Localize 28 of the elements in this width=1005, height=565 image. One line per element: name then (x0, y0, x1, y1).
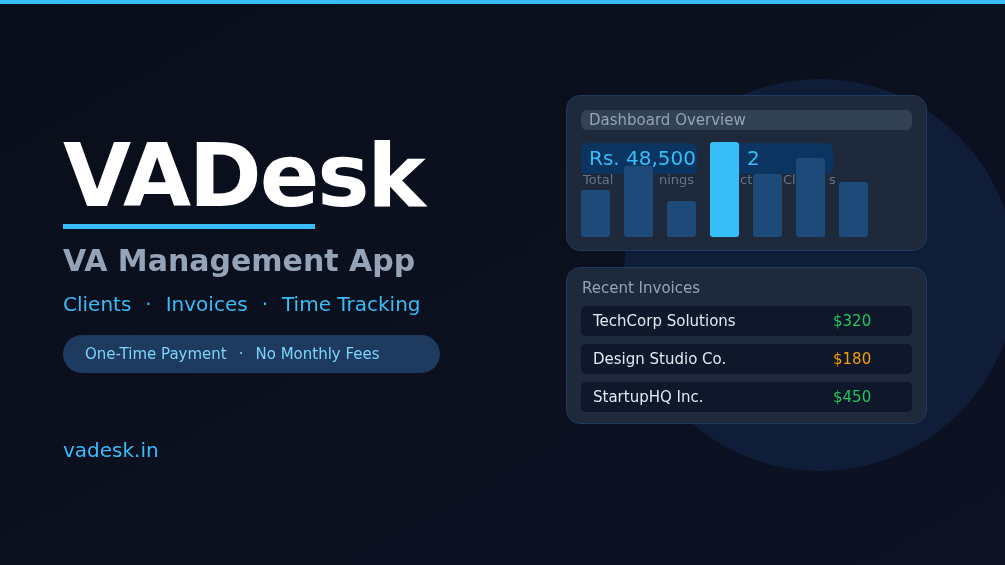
invoice-amount: $180 (833, 348, 872, 370)
stat-label: s (829, 172, 836, 188)
feature-label: Clients (63, 291, 132, 318)
stat-label: Total (583, 172, 614, 188)
feature-label: Time Tracking (282, 291, 421, 318)
invoice-row[interactable]: Design Studio Co. $180 (581, 344, 912, 374)
stat-label: ct (740, 172, 753, 188)
separator-dot: · (261, 291, 268, 318)
invoice-row[interactable]: TechCorp Solutions $320 (581, 306, 912, 336)
website-link[interactable]: vadesk.in (63, 435, 440, 465)
client-name: TechCorp Solutions (593, 310, 737, 332)
stat-value: Rs. 48,500 (581, 143, 697, 174)
separator-dot: · (145, 291, 152, 318)
stat-label: nings (659, 172, 695, 188)
separator-dot: · (238, 343, 244, 365)
invoice-row[interactable]: StartupHQ Inc. $450 (581, 382, 912, 412)
feature-label: Invoices (165, 291, 248, 318)
card-title: Recent Invoices (581, 278, 702, 298)
client-name: Design Studio Co. (593, 348, 728, 370)
pricing-label: One-Time Payment (85, 343, 227, 365)
client-name: StartupHQ Inc. (593, 386, 705, 408)
app-subtitle: VA Management App (63, 242, 417, 280)
stat-label: Cl (783, 172, 796, 188)
app-title: VADesk (63, 126, 440, 226)
invoice-amount: $450 (833, 386, 872, 408)
card-title: Dashboard Overview (581, 110, 912, 130)
invoice-amount: $320 (833, 310, 872, 332)
pricing-label: No Monthly Fees (255, 343, 380, 365)
